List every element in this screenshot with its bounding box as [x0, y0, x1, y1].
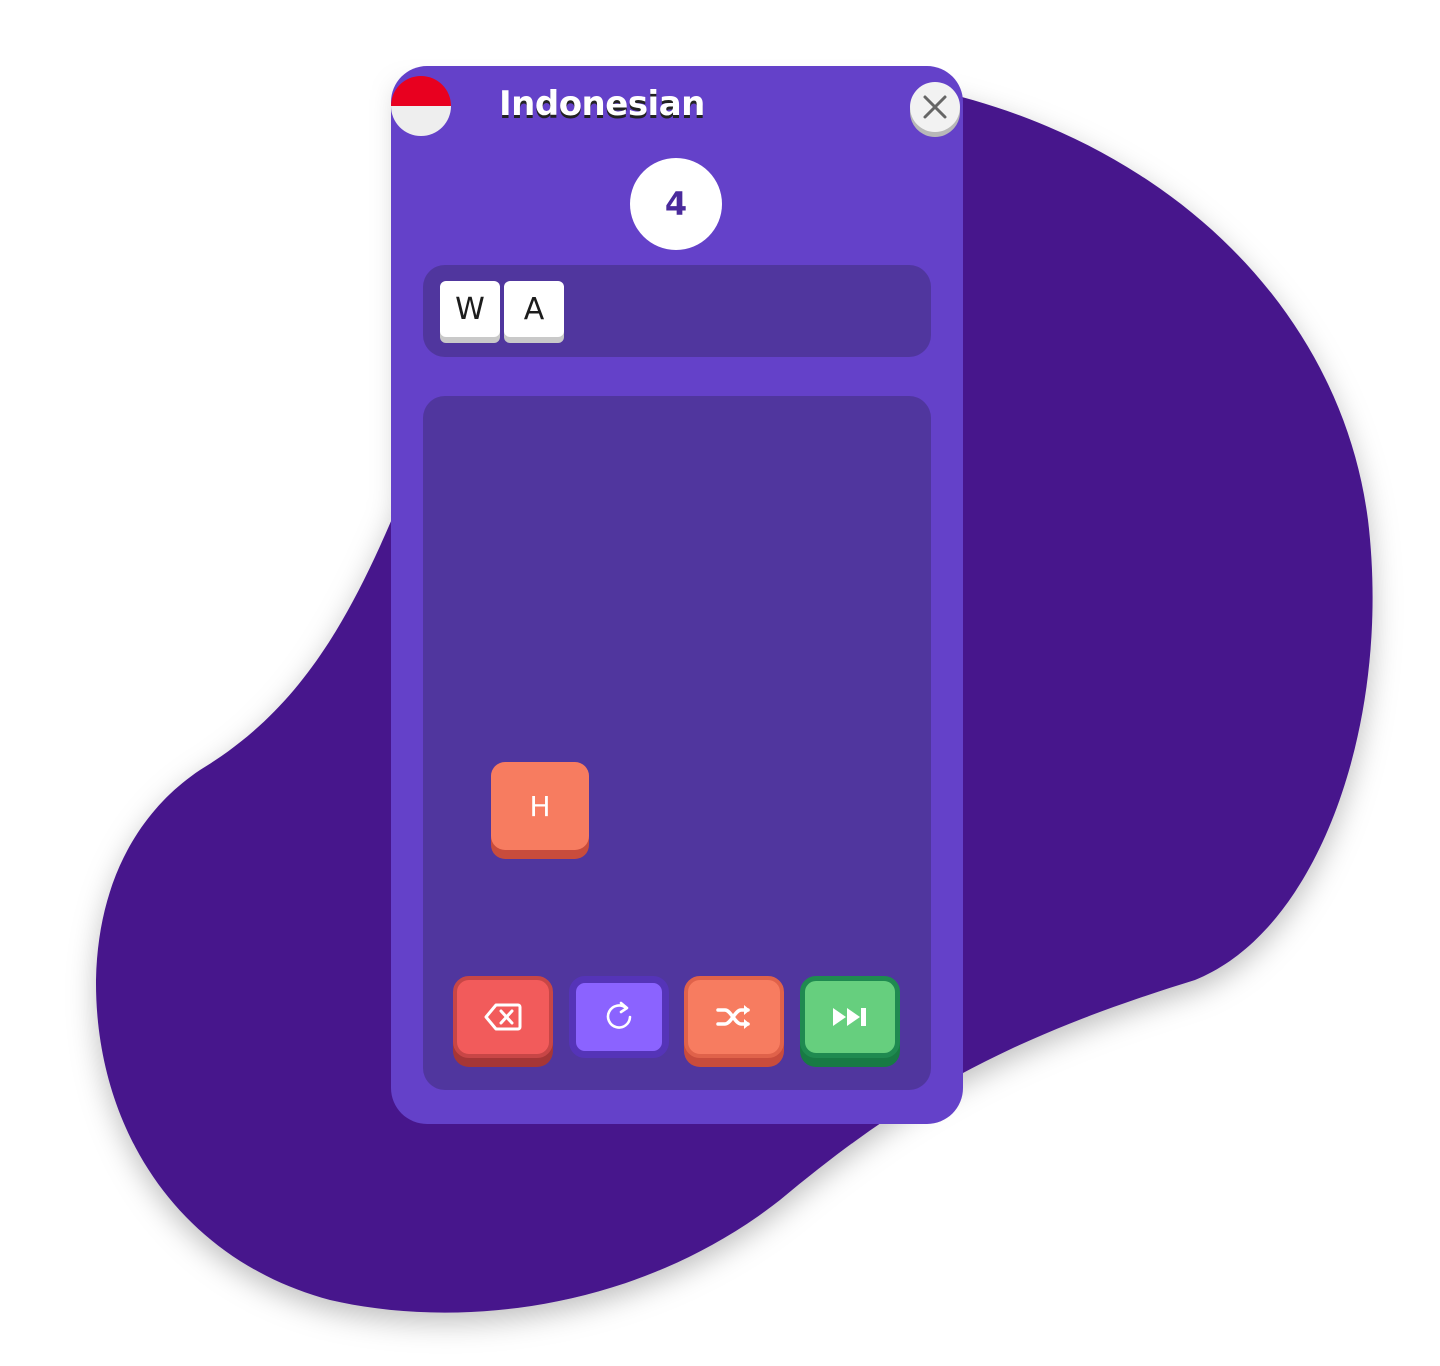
- backspace-icon: [484, 1003, 522, 1031]
- indonesia-flag-icon: [391, 76, 451, 136]
- delete-button[interactable]: [453, 976, 553, 1058]
- letter-tile[interactable]: H: [491, 762, 589, 850]
- close-icon: [923, 95, 947, 119]
- shuffle-icon: [716, 1005, 750, 1029]
- skip-forward-icon: [833, 1008, 866, 1026]
- answer-letter-tile[interactable]: W: [440, 281, 500, 337]
- answer-area: W A: [423, 265, 931, 357]
- shuffle-button[interactable]: [684, 976, 784, 1058]
- language-title: Indonesian: [499, 84, 705, 124]
- skip-button[interactable]: [800, 976, 900, 1058]
- redo-icon: [606, 1001, 632, 1029]
- answer-letter-tile[interactable]: A: [504, 281, 564, 337]
- letter-board: H: [423, 396, 931, 1090]
- reset-button[interactable]: [569, 976, 669, 1058]
- word-counter: 4: [630, 158, 722, 250]
- game-card: Indonesian 4 W A H: [391, 66, 963, 1124]
- close-button[interactable]: [910, 82, 960, 132]
